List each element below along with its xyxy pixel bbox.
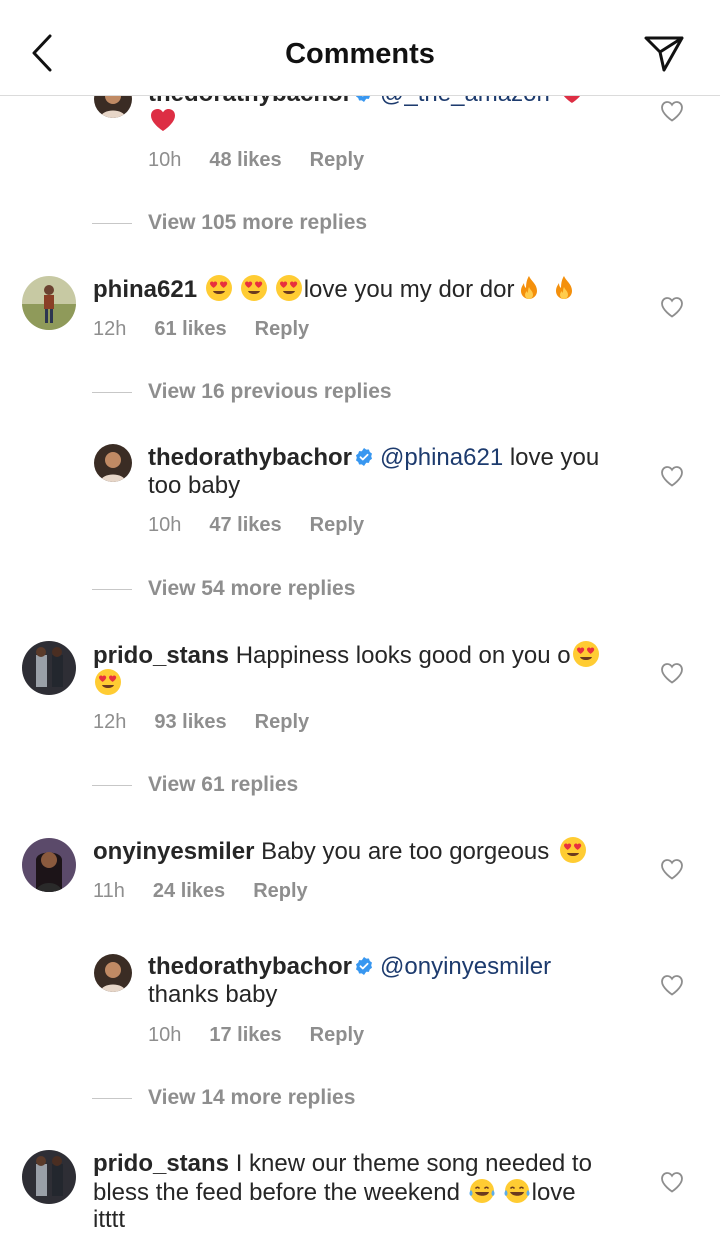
like-heart-icon[interactable] <box>660 858 684 880</box>
comment-likes[interactable]: 47 likes <box>209 514 281 537</box>
comments-feed[interactable]: thedorathybachor@_the_amazon 10h48 likes… <box>0 0 720 1241</box>
comment-text-line3: itttt <box>93 1206 126 1233</box>
comment-body: love you my dor dor <box>303 276 515 303</box>
like-heart-icon[interactable] <box>660 1171 684 1193</box>
header-bar: Comments <box>0 0 720 96</box>
comment-body: thanks baby <box>148 981 278 1008</box>
comment-likes[interactable]: 17 likes <box>209 1024 281 1047</box>
comment-username[interactable]: prido_stans <box>93 642 229 669</box>
heart-eyes-emoji-icon <box>572 640 600 668</box>
verified-badge-icon <box>354 956 374 976</box>
comment-mention[interactable]: @onyinyesmiler <box>380 953 551 980</box>
view-replies-link[interactable]: View 16 previous replies <box>92 380 392 404</box>
view-replies-link[interactable]: View 54 more replies <box>92 577 355 601</box>
reply-button[interactable]: Reply <box>310 1024 364 1047</box>
comment-text: prido_stans Happiness looks good on you … <box>93 640 653 670</box>
heart-eyes-emoji-icon <box>94 668 122 696</box>
verified-badge-icon <box>354 447 374 467</box>
heart-eyes-emoji-icon <box>205 274 233 302</box>
comment-username[interactable]: thedorathybachor <box>148 953 352 980</box>
comment-time: 10h <box>148 149 182 171</box>
fire-emoji-icon <box>550 274 578 302</box>
like-heart-icon[interactable] <box>660 296 684 318</box>
comment-text: prido_stans I knew our theme song needed… <box>93 1149 653 1178</box>
comment-time: 11h <box>93 880 125 902</box>
heart-eyes-emoji-icon <box>559 836 587 864</box>
comment-time: 12h <box>93 318 127 340</box>
comment-text-line2 <box>148 106 178 136</box>
comment-text-line2 <box>93 668 123 698</box>
avatar[interactable] <box>22 838 76 892</box>
comment-text-line2: too baby <box>148 472 241 499</box>
comment-meta: 11h 24 likes Reply <box>93 880 308 903</box>
page-title: Comments <box>285 38 435 70</box>
comment-text: thedorathybachor @phina621 love you <box>148 443 648 472</box>
view-replies-link[interactable]: View 14 more replies <box>92 1086 355 1110</box>
comment-text: onyinyesmiler Baby you are too gorgeous <box>93 836 653 866</box>
comment-meta: 10h 17 likes Reply <box>148 1024 364 1047</box>
like-heart-icon[interactable] <box>660 662 684 684</box>
comment-body: Happiness looks good on you o <box>235 642 571 669</box>
comment-username[interactable]: thedorathybachor <box>148 444 352 471</box>
comment-text: phina621 love you my dor dor <box>93 274 653 304</box>
heart-eyes-emoji-icon <box>240 274 268 302</box>
reply-button[interactable]: Reply <box>255 318 309 341</box>
avatar[interactable] <box>94 954 132 992</box>
comment-mention[interactable]: @phina621 <box>380 444 503 471</box>
like-heart-icon[interactable] <box>660 465 684 487</box>
view-replies-link[interactable]: View 61 replies <box>92 773 298 797</box>
tears-of-joy-emoji-icon <box>503 1177 531 1205</box>
heart-eyes-emoji-icon <box>275 274 303 302</box>
comment-username[interactable]: prido_stans <box>93 1150 229 1177</box>
red-heart-emoji-icon <box>149 106 177 134</box>
comment-likes[interactable]: 48 likes <box>209 149 281 172</box>
like-heart-icon[interactable] <box>660 100 684 122</box>
like-heart-icon[interactable] <box>660 974 684 996</box>
comment-time: 10h <box>148 1024 182 1046</box>
avatar[interactable] <box>22 1150 76 1204</box>
avatar[interactable] <box>94 444 132 482</box>
reply-button[interactable]: Reply <box>255 711 309 734</box>
comment-meta: 12h 93 likes Reply <box>93 711 309 734</box>
reply-button[interactable]: Reply <box>310 514 364 537</box>
comment-likes[interactable]: 24 likes <box>153 880 225 903</box>
paper-plane-icon[interactable] <box>642 34 686 74</box>
comment-body: I knew our theme song needed to <box>235 1150 592 1177</box>
tears-of-joy-emoji-icon <box>468 1177 496 1205</box>
comment-likes[interactable]: 61 likes <box>154 318 226 341</box>
comment-username[interactable]: phina621 <box>93 276 197 303</box>
comment-meta: 12h 61 likes Reply <box>93 318 309 341</box>
comment-meta: 10h 48 likes Reply <box>148 149 364 172</box>
view-replies-link[interactable]: View 105 more replies <box>92 211 367 235</box>
comment-body: Baby you are too gorgeous <box>261 838 550 865</box>
comment-meta: 10h 47 likes Reply <box>148 514 364 537</box>
comment-likes[interactable]: 93 likes <box>154 711 226 734</box>
comment-body: love you <box>509 444 600 471</box>
avatar[interactable] <box>22 276 76 330</box>
comment-time: 10h <box>148 514 182 536</box>
reply-button[interactable]: Reply <box>253 880 307 903</box>
fire-emoji-icon <box>515 274 543 302</box>
comment-time: 12h <box>93 711 127 733</box>
reply-button[interactable]: Reply <box>310 149 364 172</box>
avatar[interactable] <box>22 641 76 695</box>
comment-text-line2: bless the feed before the weekend love <box>93 1177 576 1206</box>
comment-username[interactable]: onyinyesmiler <box>93 838 254 865</box>
comment-text: thedorathybachor @onyinyesmiler <box>148 952 648 981</box>
